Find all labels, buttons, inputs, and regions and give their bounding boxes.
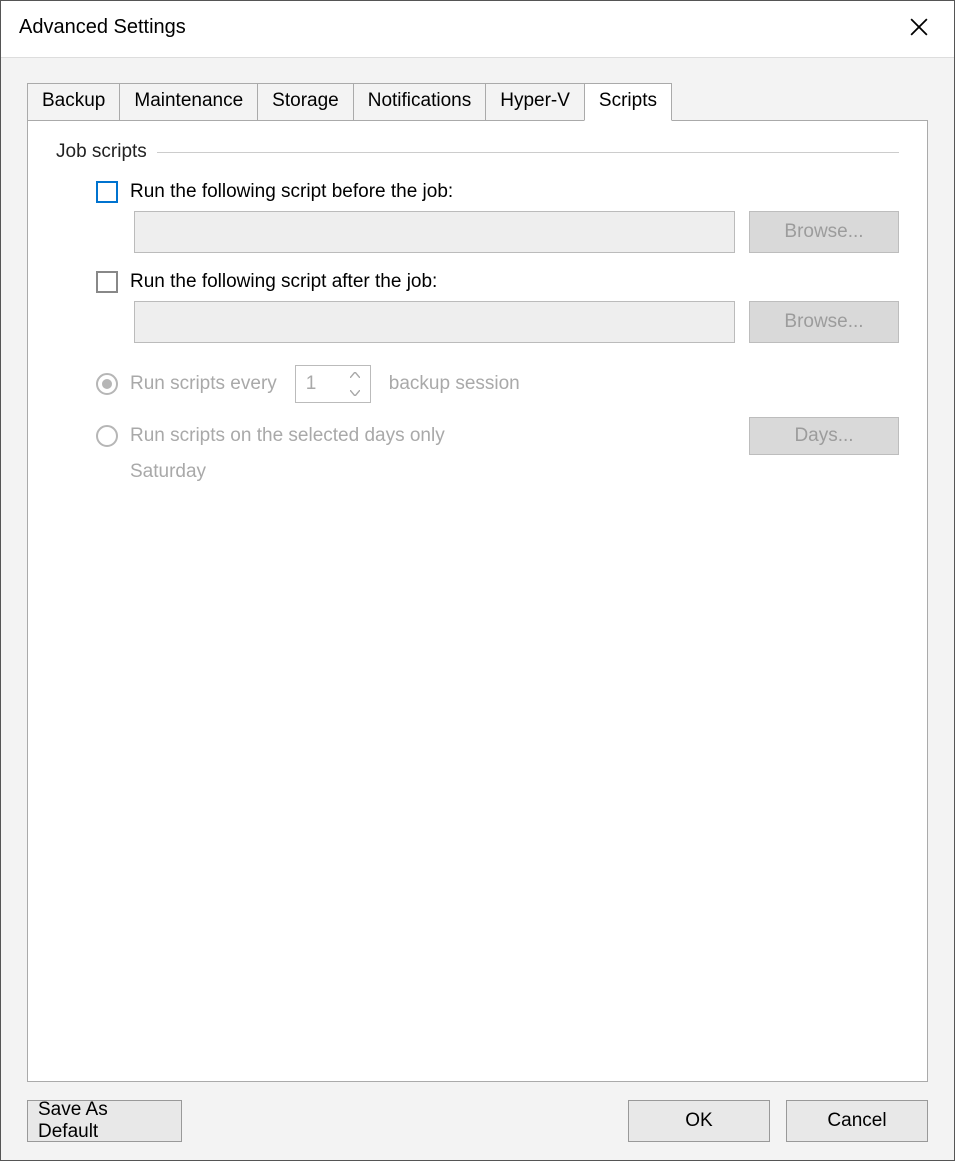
spinner-down[interactable] [340,384,370,402]
group-header: Job scripts [56,141,899,163]
session-count-value: 1 [296,366,340,402]
spinner-buttons [340,366,370,402]
after-checkbox[interactable] [96,271,118,293]
every-suffix: backup session [389,373,520,395]
close-button[interactable] [898,9,940,45]
spinner-up[interactable] [340,366,370,384]
before-path-input[interactable] [134,211,735,253]
ok-button[interactable]: OK [628,1100,770,1142]
cancel-button[interactable]: Cancel [786,1100,928,1142]
days-button[interactable]: Days... [749,417,899,455]
tabs: Backup Maintenance Storage Notifications… [27,82,928,120]
after-path-row: Browse... [134,301,899,343]
tab-hyperv[interactable]: Hyper-V [485,83,585,121]
dialog-content: Backup Maintenance Storage Notifications… [1,58,954,1160]
every-session-radio[interactable] [96,373,118,395]
dialog-title: Advanced Settings [19,16,186,39]
every-prefix: Run scripts every [130,373,277,395]
after-path-input[interactable] [134,301,735,343]
scripts-panel: Job scripts Run the following script bef… [27,120,928,1082]
tab-storage[interactable]: Storage [257,83,354,121]
after-label: Run the following script after the job: [130,271,437,293]
tab-scripts[interactable]: Scripts [584,83,672,121]
group-label: Job scripts [56,141,147,163]
close-icon [910,18,928,36]
session-count-spinner[interactable]: 1 [295,365,371,403]
save-as-default-button[interactable]: Save As Default [27,1100,182,1142]
chevron-down-icon [350,390,360,396]
before-row: Run the following script before the job: [96,181,899,203]
tab-backup[interactable]: Backup [27,83,120,121]
divider [157,152,899,153]
before-path-row: Browse... [134,211,899,253]
tab-maintenance[interactable]: Maintenance [119,83,258,121]
before-checkbox[interactable] [96,181,118,203]
selected-days-radio[interactable] [96,425,118,447]
after-row: Run the following script after the job: [96,271,899,293]
before-browse-button[interactable]: Browse... [749,211,899,253]
selected-days-row: Run scripts on the selected days only Da… [96,417,899,455]
selected-days-label: Run scripts on the selected days only [130,425,445,447]
footer: Save As Default OK Cancel [27,1082,928,1142]
after-browse-button[interactable]: Browse... [749,301,899,343]
before-label: Run the following script before the job: [130,181,453,203]
chevron-up-icon [350,372,360,378]
tab-notifications[interactable]: Notifications [353,83,487,121]
every-session-row: Run scripts every 1 backup session [96,365,899,403]
selected-days-value: Saturday [130,461,899,483]
titlebar: Advanced Settings [1,1,954,58]
